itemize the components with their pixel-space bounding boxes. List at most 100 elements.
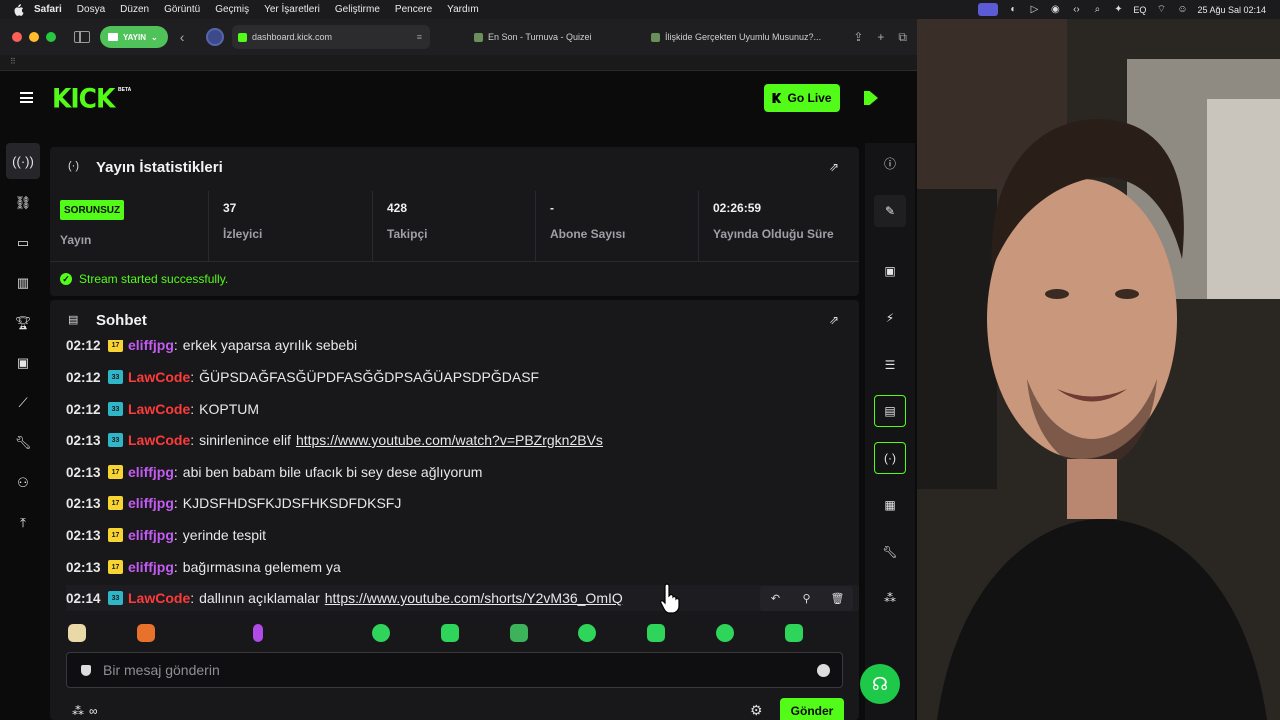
- emote-kick-ghost-icon[interactable]: [647, 624, 665, 642]
- chat-input-box[interactable]: [66, 652, 843, 688]
- message-username[interactable]: LawCode: [128, 432, 190, 448]
- menu-develop[interactable]: Geliştirme: [335, 4, 380, 15]
- analytics-icon[interactable]: ▥: [6, 263, 40, 303]
- close-window-button[interactable]: [12, 32, 22, 42]
- emote-feather-icon[interactable]: [253, 624, 263, 642]
- emote-kick-ghost-icon[interactable]: [441, 624, 459, 642]
- emote-kick-ghost-icon[interactable]: [372, 624, 390, 642]
- new-tab-icon[interactable]: +: [877, 30, 884, 45]
- studio-icon[interactable]: [864, 91, 878, 105]
- message-username[interactable]: eliffjpg: [128, 464, 174, 480]
- menu-bookmarks[interactable]: Yer İşaretleri: [264, 4, 320, 15]
- pin-icon[interactable]: ⚲: [791, 586, 822, 611]
- broadcast-icon[interactable]: ((·)): [6, 143, 40, 179]
- tab-relationship[interactable]: İlişkide Gerçekten Uyumlu Musunuz?...: [645, 25, 830, 49]
- chat-message-input[interactable]: [103, 662, 793, 678]
- control-center-icon[interactable]: [978, 3, 999, 16]
- emote-kick-smile-icon[interactable]: [716, 624, 734, 642]
- message-username[interactable]: eliffjpg: [128, 527, 174, 543]
- play-icon[interactable]: ▷: [1028, 4, 1040, 16]
- wifi-icon[interactable]: ⌔: [1155, 4, 1167, 16]
- wrench-icon[interactable]: 🔧︎: [874, 536, 906, 568]
- chat-icon[interactable]: ▤: [874, 395, 906, 427]
- video-icon[interactable]: ▣: [874, 255, 906, 287]
- zoom-window-button[interactable]: [46, 32, 56, 42]
- message-username[interactable]: LawCode: [128, 590, 190, 606]
- emote-kick-ghost-icon[interactable]: [578, 624, 596, 642]
- users-icon[interactable]: ⚇: [6, 463, 40, 503]
- menu-help[interactable]: Yardım: [447, 4, 479, 15]
- minimize-window-button[interactable]: [29, 32, 39, 42]
- chat-message[interactable]: 02:12 33 LawCode: KOPTUM: [66, 396, 859, 422]
- sidebar-toggle-icon[interactable]: [74, 31, 90, 43]
- extension-icon[interactable]: [205, 28, 224, 46]
- apple-icon[interactable]: [12, 3, 24, 16]
- moon-icon[interactable]: ◐: [1007, 4, 1019, 16]
- grid-icon[interactable]: ⠿: [10, 58, 20, 66]
- eq-label[interactable]: EQ: [1133, 5, 1146, 15]
- reader-icon[interactable]: ≡: [417, 32, 422, 42]
- wrench-icon[interactable]: 🔧︎: [6, 423, 40, 463]
- menu-icon[interactable]: [20, 92, 33, 103]
- sparkle-icon[interactable]: ✦: [1112, 4, 1124, 16]
- emoji-icon[interactable]: [817, 664, 830, 677]
- kick-logo[interactable]: KICK: [52, 84, 115, 113]
- list-icon[interactable]: ☰: [874, 349, 906, 381]
- chat-message[interactable]: 02:12 17 eliffjpg: erkek yaparsa ayrılık se…: [66, 340, 859, 358]
- share-icon[interactable]: ⇪: [853, 30, 863, 45]
- chat-message[interactable]: 02:14 33 LawCode: dallının açıklamalar https…: [66, 585, 859, 611]
- message-username[interactable]: LawCode: [128, 369, 190, 385]
- message-username[interactable]: eliffjpg: [128, 340, 174, 353]
- message-username[interactable]: eliffjpg: [128, 495, 174, 511]
- chat-message[interactable]: 02:13 17 eliffjpg: abi ben babam bile ufacı…: [66, 459, 859, 485]
- popout-icon[interactable]: ⇗: [829, 160, 839, 174]
- obs-icon[interactable]: ◉: [1049, 4, 1061, 16]
- menu-view[interactable]: Görüntü: [164, 4, 200, 15]
- message-username[interactable]: LawCode: [128, 401, 190, 417]
- go-live-button[interactable]: Go Live: [764, 84, 840, 112]
- share-nodes-icon[interactable]: ⁂: [874, 582, 906, 614]
- bolt-icon[interactable]: ⚡︎: [874, 302, 906, 334]
- window-icon[interactable]: ▭: [6, 223, 40, 263]
- tab-quiz[interactable]: En Son - Turnuva - Quizei: [468, 25, 628, 49]
- chat-messages[interactable]: 02:12 17 eliffjpg: erkek yaparsa ayrılık se…: [50, 340, 859, 620]
- support-chat-button[interactable]: ☊: [860, 664, 900, 704]
- chat-message[interactable]: 02:13 33 LawCode: sinirlenince elif https://…: [66, 427, 859, 453]
- video-icon[interactable]: ▣: [6, 343, 40, 383]
- chat-message[interactable]: 02:12 33 LawCode: ĞÜPSDAĞFASĞÜPDFASĞĞDPSAĞÜ…: [66, 364, 859, 390]
- tab-overview-icon[interactable]: ⧉: [898, 30, 907, 45]
- chat-message[interactable]: 02:13 17 eliffjpg: bağırmasına gelemem ya: [66, 554, 859, 580]
- info-icon[interactable]: ⓘ: [874, 147, 906, 179]
- upload-icon[interactable]: ⤒: [6, 503, 40, 543]
- menubar-clock[interactable]: 25 Ağu Sal 02:14: [1197, 5, 1266, 15]
- stats-icon[interactable]: ⟋: [6, 383, 40, 423]
- channel-points[interactable]: ⁂ ∞: [72, 704, 98, 718]
- menu-window[interactable]: Pencere: [395, 4, 432, 15]
- message-username[interactable]: eliffjpg: [128, 559, 174, 575]
- message-link[interactable]: https://www.youtube.com/watch?v=PBZrgkn2…: [296, 432, 603, 448]
- send-button[interactable]: Gönder: [780, 698, 844, 720]
- message-link[interactable]: https://www.youtube.com/shorts/Y2vM36_Om…: [325, 590, 623, 606]
- tab-dashboard[interactable]: dashboard.kick.com ≡: [232, 25, 430, 49]
- emote-kick-ghost-icon[interactable]: [785, 624, 803, 642]
- code-icon[interactable]: ‹›: [1070, 4, 1082, 16]
- broadcast-icon[interactable]: (·): [874, 442, 906, 474]
- emote-kick-face-icon[interactable]: [510, 624, 528, 642]
- gear-icon[interactable]: ⚙: [750, 702, 763, 719]
- menu-edit[interactable]: Düzen: [120, 4, 149, 15]
- reply-icon[interactable]: ↶: [760, 586, 791, 611]
- user-icon[interactable]: ☺: [1176, 4, 1188, 16]
- chat-message[interactable]: 02:13 17 eliffjpg: yerinde tespit: [66, 522, 859, 548]
- menu-app-name[interactable]: Safari: [34, 4, 62, 15]
- emote-anime-icon[interactable]: [68, 624, 86, 642]
- profile-button[interactable]: YAYIN ⌄: [100, 26, 168, 48]
- emote-cat-icon[interactable]: [137, 624, 155, 642]
- layout-icon[interactable]: ▦: [874, 489, 906, 521]
- link-icon[interactable]: ⛓: [6, 183, 40, 223]
- trophy-icon[interactable]: 🏆︎: [6, 303, 40, 343]
- search-icon[interactable]: ⌕: [1091, 4, 1103, 16]
- menu-file[interactable]: Dosya: [77, 4, 105, 15]
- edit-icon[interactable]: ✎: [874, 195, 906, 227]
- chat-message[interactable]: 02:13 17 eliffjpg: KJDSFHDSFKJDSFHKSDFDKSFJ: [66, 490, 859, 516]
- back-icon[interactable]: ‹: [180, 29, 194, 45]
